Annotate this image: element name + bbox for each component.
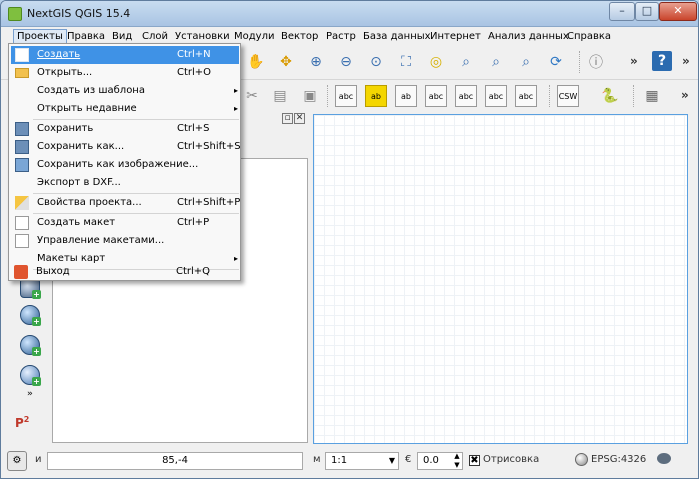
properties-icon bbox=[15, 196, 29, 210]
close-button[interactable]: ✕ bbox=[659, 2, 697, 21]
rotate-label-icon[interactable]: abc bbox=[485, 85, 507, 107]
menu-item-exit[interactable]: Выход Ctrl+Q bbox=[10, 263, 238, 281]
pan-hand-icon[interactable]: ✋ bbox=[245, 51, 267, 73]
plus-icon: + bbox=[32, 347, 41, 356]
georeferencer-icon[interactable]: ▦ bbox=[641, 85, 663, 107]
label-icon[interactable]: abc bbox=[335, 85, 357, 107]
project-menu-dropdown: Создать Ctrl+N Открыть... Ctrl+O Создать… bbox=[8, 43, 241, 281]
toolbar-separator bbox=[549, 85, 550, 107]
identify-icon[interactable]: ⓘ bbox=[585, 51, 607, 73]
menu-web[interactable]: Интернет bbox=[427, 29, 484, 45]
menu-item-project-properties[interactable]: Свойства проекта... Ctrl+Shift+P bbox=[11, 194, 240, 212]
menu-item-export-dxf[interactable]: Экспорт в DXF... bbox=[11, 174, 239, 192]
menu-vector[interactable]: Вектор bbox=[278, 29, 321, 45]
menu-item-new-layout[interactable]: Создать макет Ctrl+P bbox=[11, 214, 239, 232]
scale-value: 1:1 bbox=[331, 455, 348, 466]
new-layout-icon bbox=[15, 216, 29, 230]
map-canvas[interactable] bbox=[313, 114, 688, 444]
menu-item-save-as[interactable]: Сохранить как... Ctrl+Shift+S bbox=[11, 138, 241, 156]
message-log-icon[interactable] bbox=[657, 453, 671, 464]
menu-item-save-as-image[interactable]: Сохранить как изображение... bbox=[11, 156, 239, 174]
folder-icon bbox=[15, 68, 29, 78]
more-tools-chevron-icon[interactable]: » bbox=[27, 389, 33, 399]
minimize-button[interactable]: – bbox=[609, 2, 635, 21]
messages-icon[interactable]: ⚙ bbox=[7, 451, 27, 471]
plus-icon: + bbox=[32, 377, 41, 386]
layout-manager-icon bbox=[15, 234, 29, 248]
zoom-next-icon[interactable]: ⌕ bbox=[515, 51, 537, 73]
qgis-window: NextGIS QGIS 15.4 – □ ✕ Проекты Правка В… bbox=[0, 0, 699, 479]
render-checkbox[interactable]: ✖ bbox=[469, 455, 480, 466]
pin-label-icon[interactable]: ab bbox=[395, 85, 417, 107]
cut-icon[interactable]: ✂ bbox=[241, 85, 263, 107]
render-label: Отрисовка bbox=[483, 454, 540, 465]
change-label-icon[interactable]: abc bbox=[515, 85, 537, 107]
highlight-label-icon[interactable]: ab bbox=[365, 85, 387, 107]
menu-analysis[interactable]: Анализ данных bbox=[485, 29, 572, 45]
menu-item-open-recent[interactable]: Открыть недавние ▸ bbox=[11, 100, 239, 118]
menu-raster[interactable]: Растр bbox=[323, 29, 359, 45]
menu-item-new-from-template[interactable]: Создать из шаблона ▸ bbox=[11, 82, 239, 100]
add-wfs-layer-button[interactable]: + bbox=[17, 362, 43, 388]
python-icon[interactable]: 🐍 bbox=[599, 85, 621, 107]
new-document-icon bbox=[15, 48, 29, 62]
coordinate-field[interactable]: 85,-4 bbox=[47, 452, 303, 470]
maximize-button[interactable]: □ bbox=[635, 2, 659, 21]
save-as-icon bbox=[15, 140, 29, 154]
title-bar: NextGIS QGIS 15.4 – □ ✕ bbox=[1, 1, 698, 27]
zoom-to-layer-icon[interactable]: ⌕ bbox=[455, 51, 477, 73]
menu-help[interactable]: Справка bbox=[564, 29, 614, 45]
status-bar: ⚙ и 85,-4 м 1:1 ▼ € 0.0 ▲ ▼ ✖ Отрисовка E… bbox=[1, 445, 698, 478]
toolbar-overflow-icon-2[interactable]: » bbox=[682, 54, 690, 68]
zoom-out-icon[interactable]: ⊖ bbox=[335, 51, 357, 73]
paste-icon[interactable]: ▤ bbox=[269, 85, 291, 107]
toolbar-separator bbox=[579, 51, 580, 73]
toolbar-overflow-icon[interactable]: » bbox=[630, 54, 638, 68]
refresh-icon[interactable]: ⟳ bbox=[545, 51, 567, 73]
submenu-arrow-icon: ▸ bbox=[234, 104, 239, 113]
zoom-full-icon[interactable]: ⛶ bbox=[395, 51, 417, 73]
copy-icon[interactable]: ▣ bbox=[299, 85, 321, 107]
submenu-arrow-icon: ▸ bbox=[234, 86, 239, 95]
menu-item-layout-manager[interactable]: Управление макетами... bbox=[11, 232, 239, 250]
zoom-native-icon[interactable]: ⊙ bbox=[365, 51, 387, 73]
toolbar-separator bbox=[327, 85, 328, 107]
pan-to-selection-icon[interactable]: ✥ bbox=[275, 51, 297, 73]
scale-combo[interactable]: 1:1 ▼ bbox=[325, 452, 399, 470]
toolbar-separator bbox=[633, 85, 634, 107]
zoom-in-icon[interactable]: ⊕ bbox=[305, 51, 327, 73]
menu-database[interactable]: База данных bbox=[360, 29, 434, 45]
add-wms-layer-button[interactable]: + bbox=[17, 302, 43, 328]
add-wcs-layer-button[interactable]: + bbox=[17, 332, 43, 358]
rotation-spinner-icon[interactable]: ▲ ▼ bbox=[452, 452, 462, 470]
help-icon[interactable]: ? bbox=[652, 51, 672, 71]
window-title: NextGIS QGIS 15.4 bbox=[27, 7, 131, 20]
csw-icon[interactable]: CSW bbox=[557, 85, 579, 107]
move-label-icon[interactable]: abc bbox=[455, 85, 477, 107]
crs-globe-icon[interactable] bbox=[575, 453, 588, 466]
plus-icon: + bbox=[32, 290, 41, 299]
menu-item-open[interactable]: Открыть... Ctrl+O bbox=[11, 64, 239, 82]
scale-label: м bbox=[313, 454, 321, 465]
save-image-icon bbox=[15, 158, 29, 172]
menu-item-save[interactable]: Сохранить Ctrl+S bbox=[11, 120, 239, 138]
zoom-to-selection-icon[interactable]: ◎ bbox=[425, 51, 447, 73]
dropdown-arrow-icon: ▼ bbox=[388, 456, 395, 465]
menu-item-new[interactable]: Создать Ctrl+N bbox=[11, 46, 239, 64]
exit-icon bbox=[14, 265, 28, 279]
sidebar-p-icon[interactable]: P2 bbox=[15, 415, 29, 430]
qgis-logo-icon bbox=[8, 7, 22, 21]
crs-label[interactable]: EPSG:4326 bbox=[591, 454, 646, 465]
plus-icon: + bbox=[32, 317, 41, 326]
coordinate-label: и bbox=[35, 454, 42, 465]
save-icon bbox=[15, 122, 29, 136]
rotation-label: € bbox=[405, 454, 412, 465]
toolbar-overflow-icon-3[interactable]: » bbox=[681, 88, 689, 102]
show-hide-label-icon[interactable]: abc bbox=[425, 85, 447, 107]
zoom-last-icon[interactable]: ⌕ bbox=[485, 51, 507, 73]
